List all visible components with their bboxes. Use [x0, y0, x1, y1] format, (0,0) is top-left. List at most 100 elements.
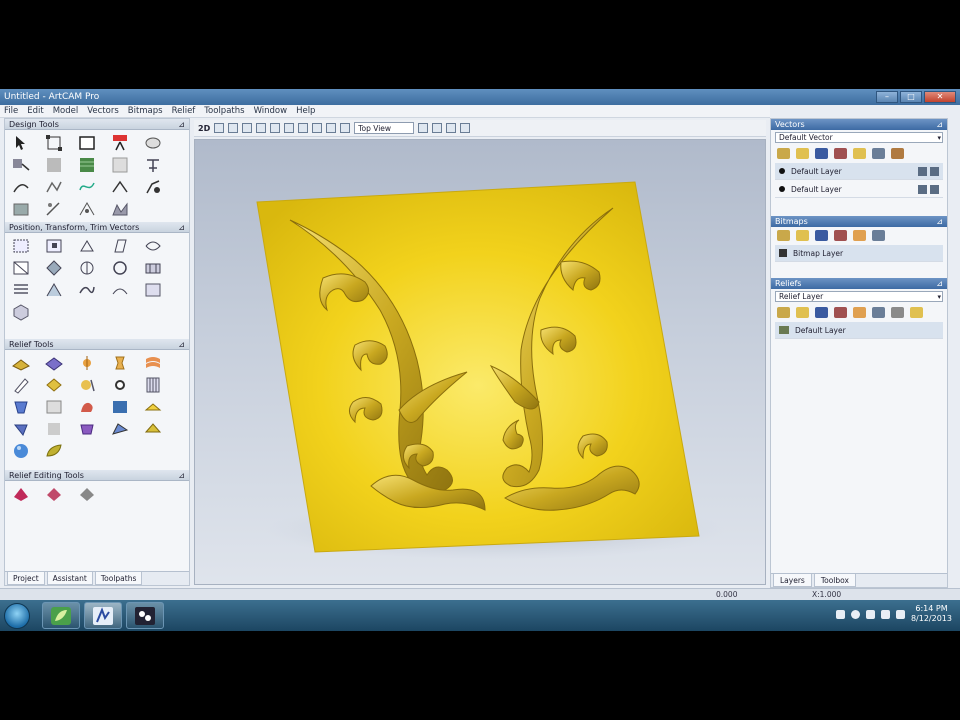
menu-window[interactable]: Window [254, 106, 288, 116]
vector-layer-row[interactable]: Default Layer [775, 163, 943, 180]
start-button[interactable] [4, 603, 30, 629]
menu-bitmaps[interactable]: Bitmaps [128, 106, 163, 116]
layer-icon[interactable] [141, 280, 165, 300]
layer-up-icon[interactable] [853, 148, 866, 159]
bitmap-to-vector-icon[interactable] [9, 155, 33, 175]
section-header-relief-editing[interactable]: Relief Editing Tools ⊿ [5, 470, 189, 481]
join-icon[interactable] [42, 280, 66, 300]
menu-edit[interactable]: Edit [27, 106, 43, 116]
erase-icon[interactable] [108, 375, 132, 395]
texture-icon[interactable] [75, 155, 99, 175]
edit-icon[interactable] [930, 184, 939, 194]
extrude-icon[interactable] [42, 353, 66, 373]
taskbar-app-media[interactable] [126, 602, 164, 629]
nest-icon[interactable] [141, 258, 165, 278]
merge-layer-icon[interactable] [891, 148, 904, 159]
relief-clipart-icon[interactable] [42, 419, 66, 439]
folder-icon[interactable] [796, 230, 809, 241]
new-bitmap-icon[interactable] [777, 230, 790, 241]
grid-icon[interactable] [108, 199, 132, 219]
layer-down-icon[interactable] [815, 230, 828, 241]
tray-volume-icon[interactable] [880, 609, 890, 619]
section-header-relief-tools[interactable]: Relief Tools ⊿ [5, 339, 189, 350]
delete-layer-icon[interactable] [834, 307, 847, 318]
mirror-icon[interactable] [141, 236, 165, 256]
pin-icon[interactable]: ⊿ [178, 222, 185, 233]
layer-props-icon[interactable] [872, 230, 885, 241]
view-2d-label[interactable]: 2D [198, 124, 210, 133]
move-icon[interactable] [9, 236, 33, 256]
circle-icon[interactable] [108, 258, 132, 278]
rectangle-icon[interactable] [75, 133, 99, 153]
combine-icon[interactable] [910, 307, 923, 318]
delete-layer-icon[interactable] [834, 148, 847, 159]
fade-relief-icon[interactable] [75, 397, 99, 417]
vectors-header[interactable]: Vectors ⊿ [771, 119, 947, 130]
sculpt-icon[interactable] [9, 484, 33, 504]
lock-icon[interactable] [918, 184, 927, 194]
shear-icon[interactable] [108, 236, 132, 256]
taskbar-app-artcam[interactable] [42, 602, 80, 629]
3d-viewport[interactable] [194, 139, 766, 585]
relief-wrap-icon[interactable] [141, 419, 165, 439]
section-header-design-tools[interactable]: Design Tools ⊿ [5, 119, 189, 130]
taskbar-app-editor[interactable] [84, 602, 122, 629]
layer-props-icon[interactable] [872, 148, 885, 159]
layer-props-icon[interactable] [872, 307, 885, 318]
bitmap-layer-row[interactable]: Bitmap Layer [775, 245, 943, 262]
two-rail-sweep-icon[interactable] [141, 353, 165, 373]
close-vector-icon[interactable] [108, 280, 132, 300]
offset-relief-icon[interactable] [141, 397, 165, 417]
merge-relief-icon[interactable] [42, 397, 66, 417]
pan-icon[interactable] [256, 123, 267, 133]
lock-icon[interactable] [918, 166, 927, 176]
zoom-out-icon[interactable] [228, 123, 239, 133]
section-header-transform[interactable]: Position, Transform, Trim Vectors ⊿ [5, 222, 189, 233]
offset-icon[interactable] [9, 199, 33, 219]
bezier-icon[interactable] [75, 177, 99, 197]
clock[interactable]: 6:14 PM 8/12/2013 [911, 604, 952, 624]
arc-icon[interactable] [108, 177, 132, 197]
fillet-icon[interactable] [141, 177, 165, 197]
trim-icon[interactable] [9, 258, 33, 278]
vector-layer-row[interactable]: Default Layer [775, 181, 943, 198]
weld-icon[interactable] [42, 199, 66, 219]
bitmaps-header[interactable]: Bitmaps ⊿ [771, 216, 947, 227]
smooth-icon[interactable] [75, 280, 99, 300]
layer-up-icon[interactable] [853, 307, 866, 318]
vector-doctor-icon[interactable] [42, 155, 66, 175]
menu-toolpaths[interactable]: Toolpaths [204, 106, 244, 116]
node-edit-icon[interactable] [42, 133, 66, 153]
menu-help[interactable]: Help [296, 106, 315, 116]
tray-shield-icon[interactable] [865, 609, 875, 619]
maximize-button[interactable]: □ [900, 91, 922, 103]
reliefs-header[interactable]: Reliefs ⊿ [771, 278, 947, 289]
vector-layer-select[interactable]: Default Vector ▾ [775, 132, 943, 143]
minimize-button[interactable]: – [876, 91, 898, 103]
feature-wizard-icon[interactable] [108, 397, 132, 417]
pin-icon[interactable]: ⊿ [936, 278, 943, 289]
align-icon[interactable] [141, 155, 165, 175]
relief-options-icon[interactable] [891, 307, 904, 318]
list-icon[interactable] [9, 280, 33, 300]
smudge-icon[interactable] [75, 375, 99, 395]
menu-model[interactable]: Model [53, 106, 79, 116]
pin-icon[interactable]: ⊿ [178, 470, 185, 481]
layer-up-icon[interactable] [853, 230, 866, 241]
relief-cut-icon[interactable] [75, 419, 99, 439]
copy-along-icon[interactable] [75, 258, 99, 278]
menu-relief[interactable]: Relief [172, 106, 196, 116]
leaf-icon[interactable] [42, 441, 66, 461]
layer-down-icon[interactable] [815, 148, 828, 159]
face-relief-icon[interactable] [9, 397, 33, 417]
sphere-icon[interactable] [9, 441, 33, 461]
tab-layers[interactable]: Layers [773, 574, 812, 587]
render-icon[interactable] [460, 123, 471, 133]
fit-view-icon[interactable] [270, 123, 281, 133]
wireframe-icon[interactable] [298, 123, 309, 133]
scale-icon[interactable] [42, 236, 66, 256]
tab-toolpaths[interactable]: Toolpaths [94, 572, 143, 585]
tray-power-icon[interactable] [895, 609, 905, 619]
turn-icon[interactable] [108, 353, 132, 373]
tab-assistant[interactable]: Assistant [46, 572, 93, 585]
